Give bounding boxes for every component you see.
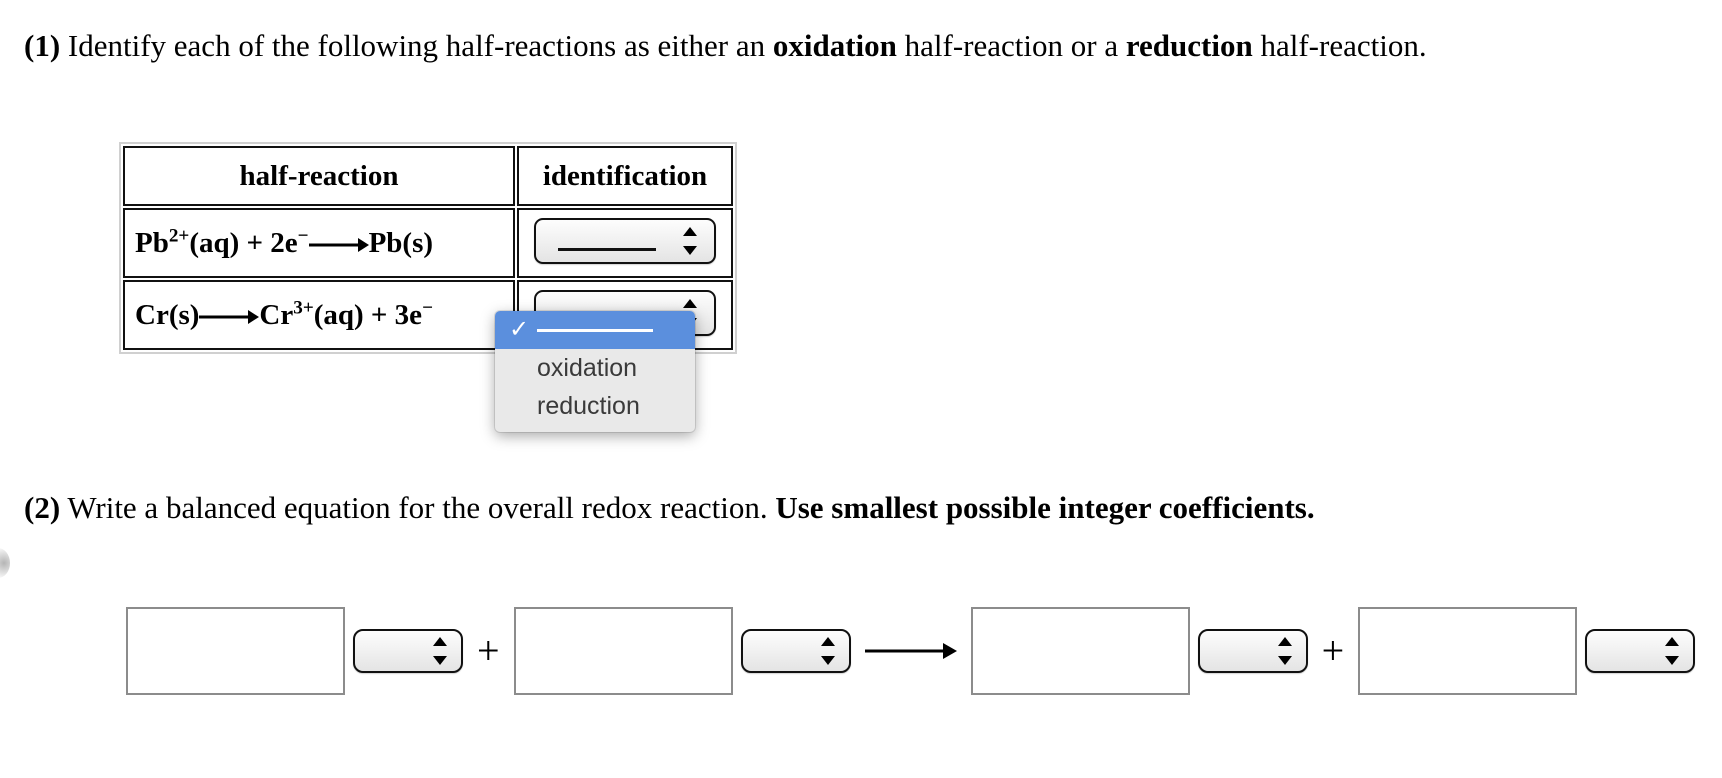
balanced-equation-row: + + (126, 607, 1696, 695)
equation-formula-input-4[interactable] (1358, 607, 1578, 695)
question-1-number: (1) (24, 28, 61, 63)
equation-formula-input-2[interactable] (513, 607, 733, 695)
question-2-text-a: Write a balanced equation for the overal… (67, 490, 776, 525)
select-spinner-arrows-icon (1277, 635, 1292, 667)
select-spinner-arrows-icon (433, 635, 447, 667)
reaction-arrow-icon (199, 302, 259, 331)
question-2-prompt: (2) Write a balanced equation for the ov… (24, 490, 1315, 526)
question-1-text-c: half-reaction. (1252, 28, 1427, 63)
equation-formula-input-3[interactable] (970, 607, 1190, 695)
charge-3plus: 3+ (293, 296, 314, 318)
product-pb-solid: Pb(s) (368, 226, 434, 259)
product-cr: Cr (259, 298, 294, 331)
select-spinner-arrows-icon (1665, 635, 1680, 667)
dropdown-option-reduction[interactable]: reduction (495, 387, 695, 425)
half-reaction-lead: Pb2+(aq) + 2e− Pb(s) (123, 208, 515, 278)
page-edge-artifact (0, 548, 10, 578)
equation-formula-input-1[interactable] (126, 607, 345, 695)
charge-2plus: 2+ (168, 224, 190, 246)
reaction-arrow-icon (309, 230, 369, 259)
dropdown-option-blank[interactable]: ✓ (495, 311, 695, 349)
question-1-text-a: Identify each of the following half-reac… (67, 28, 773, 63)
identification-cell-1 (517, 208, 733, 278)
select-spinner-arrows-icon (820, 635, 835, 667)
column-header-half-reaction: half-reaction (123, 146, 515, 206)
check-icon: ✓ (509, 316, 530, 343)
question-1-bold-oxidation: oxidation (772, 28, 897, 63)
species-pb: Pb (135, 226, 169, 259)
question-2-number: (2) (24, 490, 61, 525)
half-reaction-chromium: Cr(s) Cr3+(aq) + 3e− (123, 280, 515, 350)
select-spinner-arrows-icon (683, 225, 697, 257)
identification-dropdown-menu[interactable]: ✓ oxidation reduction (495, 311, 695, 432)
reaction-middle: (aq) + 3e (313, 298, 423, 331)
equation-coefficient-select-2[interactable] (740, 629, 851, 673)
question-2-bold-instruction: Use smallest possible integer coefficien… (775, 490, 1315, 525)
select-blank-line (558, 247, 656, 251)
equation-coefficient-select-4[interactable] (1585, 629, 1696, 673)
equation-arrow-icon (865, 641, 957, 661)
electron-charge: − (297, 224, 309, 246)
equation-plus-1: + (477, 628, 500, 673)
question-1-text-b: half-reaction or a (896, 28, 1126, 63)
question-1-prompt: (1) Identify each of the following half-… (24, 28, 1427, 64)
equation-plus-2: + (1321, 628, 1345, 673)
identification-select-row-1[interactable] (534, 217, 716, 264)
table-row: Pb2+(aq) + 2e− Pb(s) (123, 208, 733, 278)
dropdown-blank-line (537, 329, 653, 332)
equation-coefficient-select-1[interactable] (353, 629, 463, 673)
electron-charge: − (422, 296, 433, 318)
question-1-bold-reduction: reduction (1125, 28, 1253, 63)
column-header-identification: identification (517, 146, 733, 206)
equation-coefficient-select-3[interactable] (1197, 629, 1308, 673)
reaction-middle: (aq) + 2e (189, 226, 298, 259)
table-header-row: half-reaction identification (123, 146, 733, 206)
species-cr-solid: Cr(s) (135, 298, 200, 331)
dropdown-option-oxidation[interactable]: oxidation (495, 349, 695, 387)
